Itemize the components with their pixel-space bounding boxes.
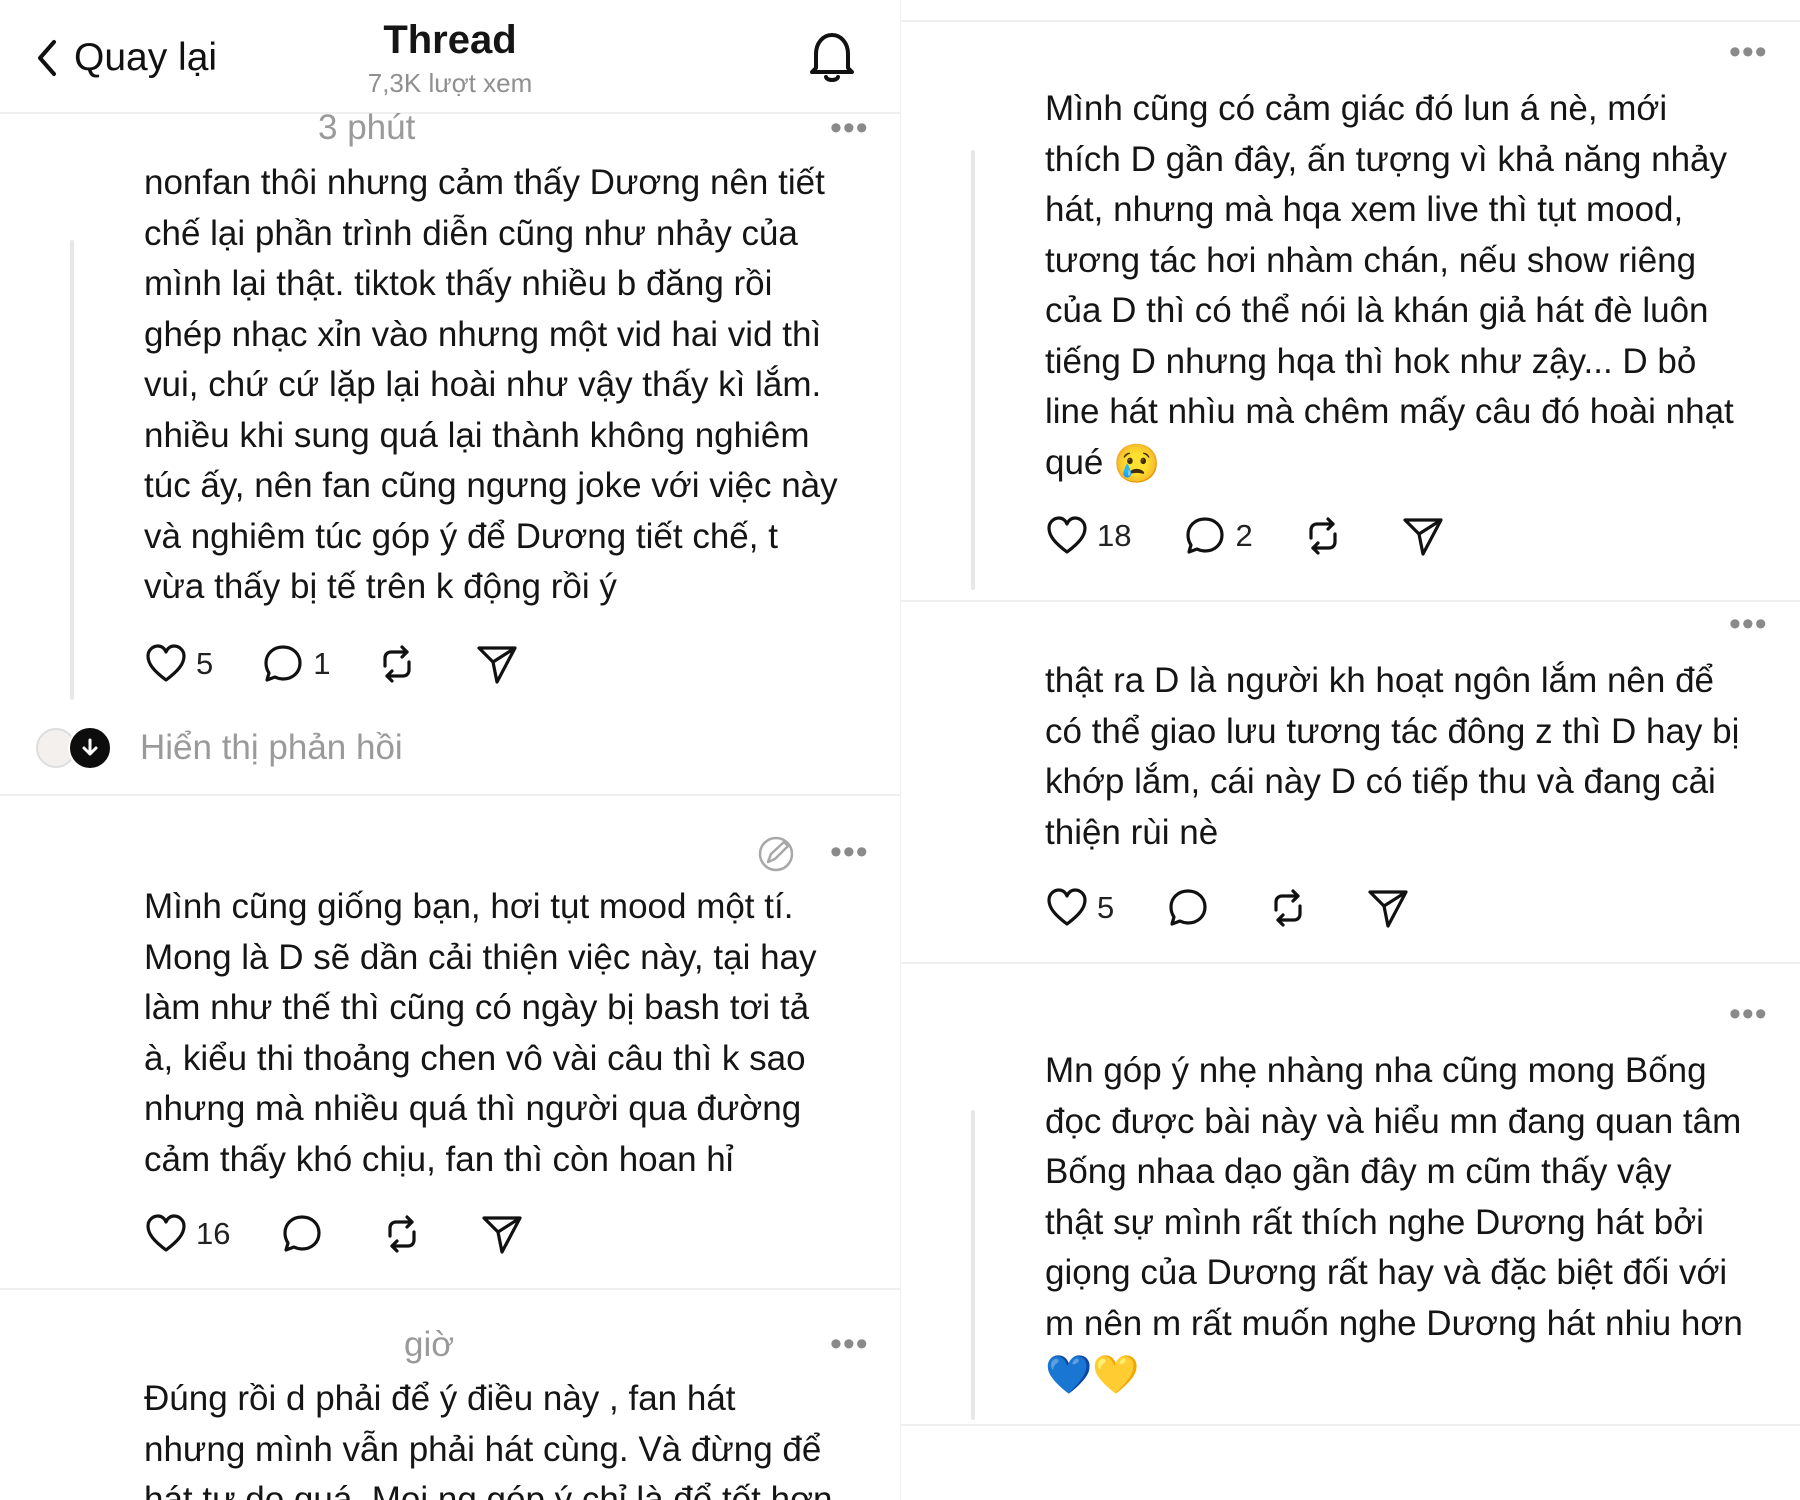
post-divider (0, 1288, 900, 1290)
back-label: Quay lại (74, 36, 218, 79)
post-text: Đúng rồi d phải để ý điều này , fan hát … (144, 1379, 833, 1500)
reply-count: 2 (1235, 518, 1253, 553)
post-text: nonfan thôi nhưng cảm thấy Dương nên tiế… (144, 163, 838, 606)
more-icon[interactable]: ••• (830, 111, 869, 145)
send-icon (1368, 890, 1408, 928)
post-text-content: Mn góp ý nhẹ nhàng nha cũng mong Bống đọ… (1045, 1051, 1743, 1343)
heart-icon (1047, 516, 1087, 554)
like-count: 5 (1097, 890, 1115, 925)
reply-button[interactable]: 2 (1183, 514, 1253, 558)
edit-icon[interactable] (756, 834, 796, 874)
more-icon[interactable]: ••• (1729, 35, 1768, 69)
repost-button[interactable] (380, 1212, 424, 1256)
repost-button[interactable] (375, 642, 419, 686)
post-time: giờ (404, 1325, 455, 1364)
post-divider (901, 600, 1800, 602)
post-divider (0, 794, 900, 796)
send-icon (482, 1216, 523, 1254)
page-title: Thread (383, 18, 517, 62)
heart-icon (1047, 888, 1087, 926)
share-button[interactable] (1401, 514, 1445, 558)
arrow-down-icon (68, 726, 112, 770)
post-text-content: Mình cũng có cảm giác đó lun á nè, mới t… (1045, 89, 1734, 482)
crying-emoji: 😢 (1113, 443, 1161, 485)
post-text: thật ra D là người kh hoạt ngôn lắm nên … (1045, 661, 1740, 852)
repost-icon (388, 1215, 417, 1253)
heart-emojis: 💙💛 (1045, 1354, 1140, 1397)
thread-line (971, 150, 975, 590)
bell-icon[interactable] (802, 26, 862, 86)
post-actions: 16 (144, 1212, 524, 1256)
repost-button[interactable] (1301, 514, 1345, 558)
header-divider (0, 112, 900, 114)
show-replies-row[interactable]: Hiển thị phản hồi (36, 726, 403, 770)
show-replies-label: Hiển thị phản hồi (140, 728, 403, 767)
heart-icon (146, 1214, 186, 1252)
like-button[interactable]: 16 (144, 1212, 230, 1256)
post-actions: 5 (1045, 886, 1410, 930)
chevron-left-icon (38, 40, 56, 76)
thread-line (971, 1110, 975, 1420)
more-icon[interactable]: ••• (830, 835, 869, 869)
post-actions: 5 1 (144, 642, 519, 686)
repost-icon (1309, 517, 1337, 555)
comment-icon (264, 645, 302, 682)
send-icon (1403, 518, 1443, 556)
reply-button[interactable] (1166, 886, 1210, 930)
share-button[interactable] (475, 642, 519, 686)
more-icon[interactable]: ••• (1729, 607, 1768, 641)
top-divider (901, 20, 1800, 22)
send-icon (476, 646, 517, 684)
like-count: 16 (196, 1216, 231, 1251)
like-count: 18 (1097, 518, 1132, 553)
comment-icon (283, 1215, 322, 1252)
like-button[interactable]: 5 (1045, 886, 1114, 930)
post-actions: 18 2 (1045, 514, 1445, 558)
post-time: 3 phút (318, 108, 416, 147)
more-icon[interactable]: ••• (1729, 997, 1768, 1031)
bottom-divider (901, 1424, 1800, 1426)
thread-panel-left: Quay lại Thread 7,3K lượt xem 3 phút •••… (0, 0, 900, 1500)
back-button[interactable]: Quay lại (36, 36, 217, 80)
repost-icon (382, 645, 411, 683)
reply-button[interactable] (280, 1212, 324, 1256)
reply-button[interactable]: 1 (261, 642, 331, 686)
post-text: Mn góp ý nhẹ nhàng nha cũng mong Bống đọ… (1045, 1046, 1800, 1401)
like-button[interactable]: 5 (144, 642, 213, 686)
repost-icon (1274, 889, 1302, 927)
heart-icon (146, 644, 186, 682)
view-count: 7,3K lượt xem (367, 68, 533, 98)
more-icon[interactable]: ••• (830, 1327, 869, 1361)
share-button[interactable] (480, 1212, 524, 1256)
post-text: Mình cũng có cảm giác đó lun á nè, mới t… (1045, 84, 1800, 490)
post-divider (901, 962, 1800, 964)
post-text: Mình cũng giống bạn, hơi tụt mood một tí… (144, 887, 817, 1179)
like-count: 5 (196, 646, 214, 681)
thread-line (70, 240, 74, 700)
repost-button[interactable] (1266, 886, 1310, 930)
like-button[interactable]: 18 (1045, 514, 1131, 558)
thread-panel-right: ••• Mình cũng có cảm giác đó lun á nè, m… (900, 0, 1800, 1500)
comment-icon (1169, 889, 1207, 926)
comment-icon (1186, 517, 1225, 554)
reply-count: 1 (313, 646, 331, 681)
share-button[interactable] (1366, 886, 1410, 930)
